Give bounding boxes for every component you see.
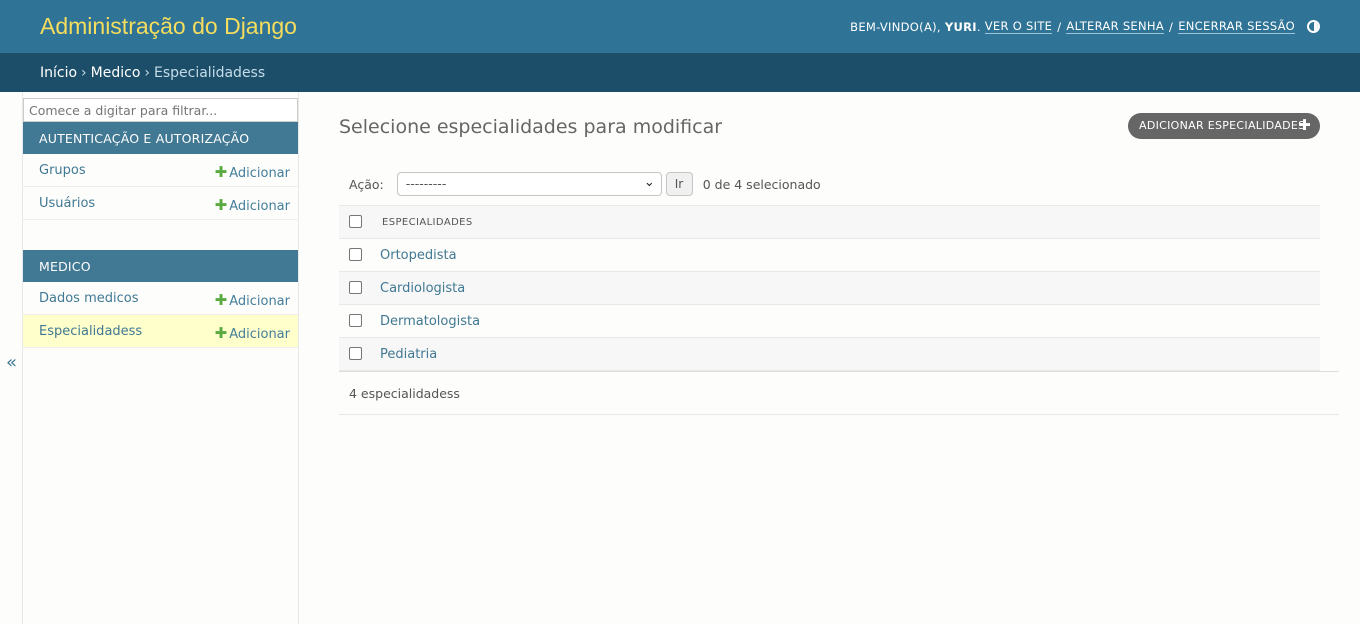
sidebar-item-label[interactable]: Grupos <box>39 163 86 178</box>
sidebar-item-especialidadess: Especialidadess ✚ Adicionar <box>23 315 298 348</box>
user-tools: BEM-VINDO(A), YURI. VER O SITE / ALTERAR S… <box>850 19 1320 34</box>
change-password-link[interactable]: ALTERAR SENHA <box>1066 19 1165 34</box>
table-header: ESPECIALIDADES <box>339 205 1320 239</box>
action-select[interactable]: --------- ⌄ <box>396 172 662 196</box>
sidebar-toggle[interactable]: « <box>0 92 23 624</box>
add-button-label: ADICIONAR ESPECIALIDADES <box>1139 119 1306 132</box>
add-dados-medicos-link[interactable]: ✚ Adicionar <box>215 291 290 309</box>
plus-icon: ✚ <box>214 324 228 342</box>
breadcrumb-current: Especialidadess <box>154 65 266 81</box>
main-container: « AUTENTICAÇÃO E AUTORIZAÇÃO Grupos ✚Adi… <box>0 92 1360 624</box>
select-all-checkbox[interactable] <box>349 215 362 228</box>
table-row: Cardiologista <box>339 272 1320 305</box>
selected-count: 0 de 4 selecionado <box>702 176 821 192</box>
row-link[interactable]: Pediatria <box>380 347 437 362</box>
username: YURI <box>944 19 977 34</box>
plus-icon: ✚ <box>214 291 228 309</box>
actions-bar: Ação: --------- ⌄ Ir 0 de 4 selecionado <box>349 172 821 196</box>
sidebar-item-dados-medicos: Dados medicos ✚ Adicionar <box>23 282 298 315</box>
action-label: Ação: <box>349 176 384 192</box>
module-medico: MEDICO Dados medicos ✚ Adicionar Especial… <box>23 250 298 348</box>
action-select-value: --------- <box>405 176 447 191</box>
add-label: Adicionar <box>229 294 290 309</box>
row-checkbox[interactable] <box>349 248 362 261</box>
sidebar-item-label[interactable]: Especialidadess <box>39 324 142 339</box>
sidebar-item-grupos: Grupos ✚ Adicionar <box>23 154 298 187</box>
nav-filter-input[interactable] <box>23 98 298 122</box>
page-title: Selecione especialidades para modificar <box>339 116 723 138</box>
plus-icon: ✚ <box>214 163 228 181</box>
breadcrumb-app[interactable]: Medico <box>91 65 141 81</box>
view-site-link[interactable]: VER O SITE <box>984 19 1053 34</box>
add-especialidadess-link[interactable]: ✚ Adicionar <box>215 324 290 342</box>
table-row: Pediatria <box>339 338 1320 371</box>
header: Administração do Django BEM-VINDO(A), YU… <box>0 0 1360 53</box>
column-header-especialidades[interactable]: ESPECIALIDADES <box>382 217 473 228</box>
paginator: 4 especialidadess <box>339 371 1339 415</box>
module-caption-medico[interactable]: MEDICO <box>23 250 298 282</box>
add-label: Adicionar <box>229 199 290 214</box>
logout-link[interactable]: ENCERRAR SESSÃO <box>1178 19 1295 34</box>
plus-icon: ✚ <box>214 196 228 214</box>
row-link[interactable]: Ortopedista <box>380 248 457 263</box>
go-button[interactable]: Ir <box>665 172 693 196</box>
add-usuarios-link[interactable]: ✚ Adicionar <box>215 196 290 214</box>
table-row: Dermatologista <box>339 305 1320 338</box>
row-link[interactable]: Cardiologista <box>380 281 465 296</box>
breadcrumb: Início › Medico › Especialidadess <box>0 53 1360 92</box>
plus-icon: ✚ <box>1298 116 1311 134</box>
welcome-text: BEM-VINDO(A), <box>850 19 941 34</box>
row-checkbox[interactable] <box>349 347 362 360</box>
chevron-down-icon: ⌄ <box>643 175 655 190</box>
sidebar-item-usuarios: Usuários ✚ Adicionar <box>23 187 298 220</box>
module-auth: AUTENTICAÇÃO E AUTORIZAÇÃO Grupos ✚ Adici… <box>23 122 298 220</box>
add-especialidades-button[interactable]: ADICIONAR ESPECIALIDADES ✚ <box>1128 113 1320 139</box>
add-label: Adicionar <box>229 166 290 181</box>
result-table: ESPECIALIDADES Ortopedista Cardiologista… <box>339 205 1320 371</box>
separator: / <box>1169 19 1174 34</box>
row-link[interactable]: Dermatologista <box>380 314 480 329</box>
row-checkbox[interactable] <box>349 281 362 294</box>
theme-toggle-icon[interactable] <box>1307 20 1320 33</box>
nav-sidebar: AUTENTICAÇÃO E AUTORIZAÇÃO Grupos ✚Adici… <box>23 92 299 624</box>
double-chevron-left-icon[interactable]: « <box>6 352 17 373</box>
add-label: Adicionar <box>229 327 290 342</box>
breadcrumb-separator: › <box>144 65 150 81</box>
add-grupos-link[interactable]: ✚ Adicionar <box>215 163 290 181</box>
breadcrumb-separator: › <box>81 65 87 81</box>
sidebar-item-label[interactable]: Usuários <box>39 196 95 211</box>
module-caption-auth[interactable]: AUTENTICAÇÃO E AUTORIZAÇÃO <box>23 122 298 154</box>
table-row: Ortopedista <box>339 239 1320 272</box>
separator: / <box>1057 19 1062 34</box>
breadcrumb-home[interactable]: Início <box>40 65 77 81</box>
sidebar-item-label[interactable]: Dados medicos <box>39 291 139 306</box>
row-checkbox[interactable] <box>349 314 362 327</box>
site-name[interactable]: Administração do Django <box>40 13 297 40</box>
